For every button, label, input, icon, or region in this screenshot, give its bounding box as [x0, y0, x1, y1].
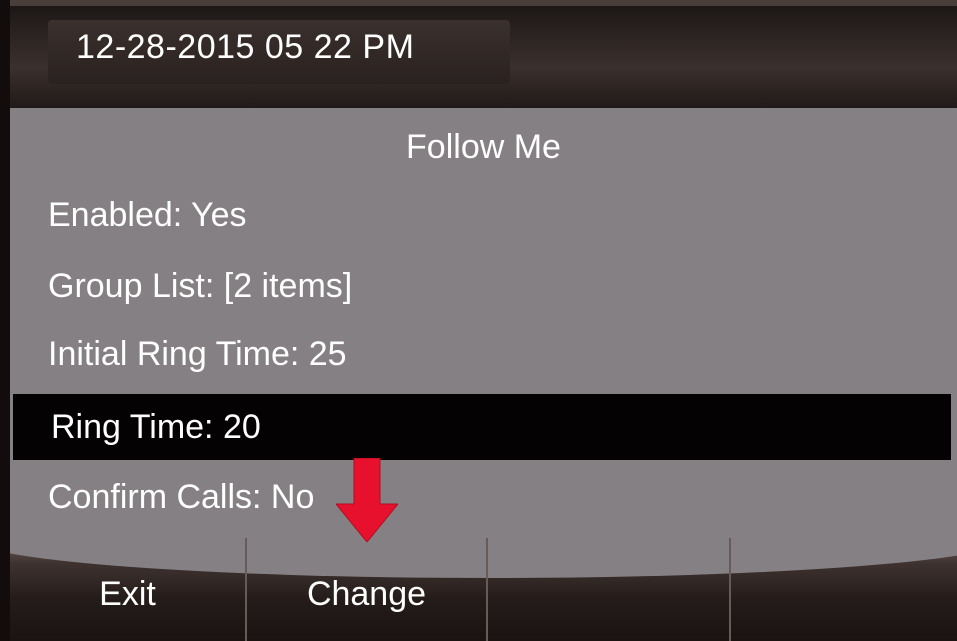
datetime-display: 12-28-2015 05 22 PM	[76, 28, 415, 66]
menu-item-initial-ring-time[interactable]: Initial Ring Time: 25	[10, 321, 957, 387]
softkey-3[interactable]	[488, 538, 731, 641]
page-title: Follow Me	[406, 128, 561, 166]
softkey-bar: Exit Change	[10, 538, 957, 641]
phone-screen: 12-28-2015 05 22 PM Follow Me Enabled: Y…	[0, 0, 957, 641]
menu-item-group-list[interactable]: Group List: [2 items]	[10, 253, 957, 319]
bezel-edge	[0, 0, 10, 641]
follow-me-menu: Follow Me Enabled: Yes Group List: [2 it…	[10, 108, 957, 538]
menu-item-confirm-calls[interactable]: Confirm Calls: No	[10, 464, 957, 530]
menu-item-ring-time[interactable]: Ring Time: 20	[13, 394, 951, 460]
exit-softkey[interactable]: Exit	[10, 538, 247, 641]
softkey-4[interactable]	[731, 538, 957, 641]
down-arrow-icon	[336, 458, 398, 542]
menu-item-enabled[interactable]: Enabled: Yes	[10, 182, 957, 248]
change-softkey[interactable]: Change	[247, 538, 488, 641]
